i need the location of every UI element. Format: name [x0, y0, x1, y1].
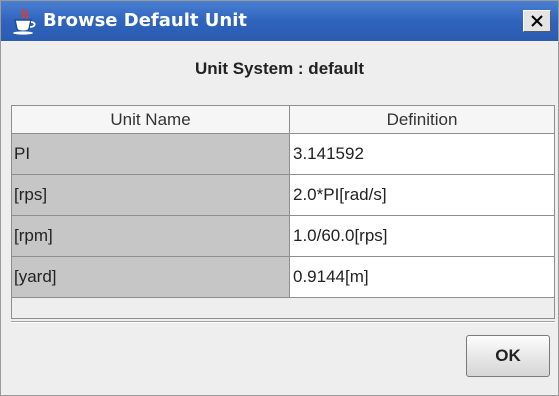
- ok-button[interactable]: OK: [466, 335, 550, 377]
- table-row[interactable]: PI 3.141592: [12, 134, 554, 175]
- definition-cell[interactable]: 2.0*PI[rad/s]: [290, 175, 554, 216]
- unit-name-cell[interactable]: [rpm]: [12, 216, 290, 257]
- browse-default-unit-dialog: Browse Default Unit Unit System : defaul…: [0, 0, 559, 396]
- table-header: Unit Name Definition: [12, 106, 554, 134]
- table-row[interactable]: [rps] 2.0*PI[rad/s]: [12, 175, 554, 216]
- table-row[interactable]: [yard] 0.9144[m]: [12, 257, 554, 298]
- column-header-unit-name[interactable]: Unit Name: [12, 106, 290, 134]
- divider: [11, 321, 555, 323]
- unit-name-cell[interactable]: PI: [12, 134, 290, 175]
- window-title: Browse Default Unit: [43, 10, 247, 31]
- unit-name-cell[interactable]: [rps]: [12, 175, 290, 216]
- column-header-definition[interactable]: Definition: [290, 106, 554, 134]
- definition-cell[interactable]: 0.9144[m]: [290, 257, 554, 298]
- unit-table[interactable]: Unit Name Definition PI 3.141592 [rps] 2…: [11, 105, 555, 319]
- title-bar[interactable]: Browse Default Unit: [1, 1, 558, 41]
- unit-name-cell[interactable]: [yard]: [12, 257, 290, 298]
- table-row[interactable]: [rpm] 1.0/60.0[rps]: [12, 216, 554, 257]
- definition-cell[interactable]: 3.141592: [290, 134, 554, 175]
- definition-cell[interactable]: 1.0/60.0[rps]: [290, 216, 554, 257]
- close-button[interactable]: [523, 10, 551, 32]
- unit-system-heading: Unit System : default: [194, 59, 365, 78]
- java-cup-icon: [11, 7, 37, 35]
- close-icon: [531, 15, 543, 27]
